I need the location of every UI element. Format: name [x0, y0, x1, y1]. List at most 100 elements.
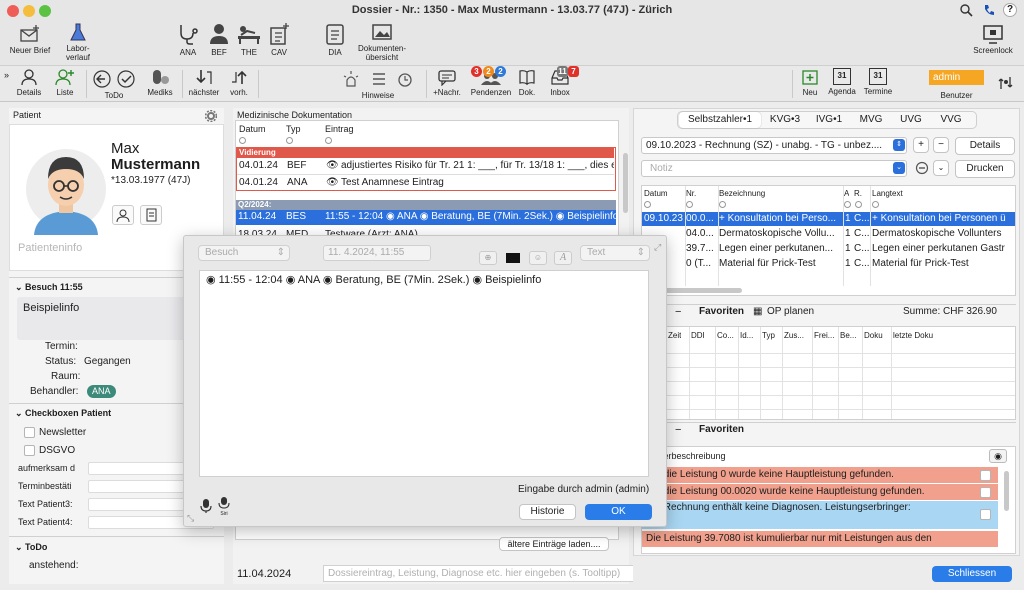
resize-icon[interactable]: ⤢ [654, 242, 661, 253]
fehler-scrollbar[interactable] [1004, 471, 1009, 511]
col-frei[interactable]: Frei... [814, 331, 834, 340]
col-bezeichnung[interactable]: Bezeichnung [719, 189, 765, 198]
filter-radio-datum[interactable] [239, 137, 246, 144]
alarm-clock-icon[interactable] [396, 70, 414, 88]
col-letzte-doku[interactable]: letzte Doku [893, 331, 933, 340]
col-co[interactable]: Co... [717, 331, 734, 340]
details-button[interactable]: Details [14, 68, 44, 97]
termine-button[interactable]: 31 Termine [860, 68, 896, 96]
dropdown-button[interactable]: ⌄ [933, 160, 949, 176]
cav-button[interactable]: CAV [265, 22, 293, 57]
col-typ[interactable]: Typ [286, 124, 301, 134]
text-type-select[interactable]: Text ⇕ [580, 245, 650, 261]
list-icon[interactable] [370, 70, 388, 88]
col-r[interactable]: R. [854, 189, 862, 198]
bef-button[interactable]: BEF [205, 22, 233, 57]
lamp-icon[interactable] [342, 70, 360, 88]
todo-header[interactable]: ⌄ ToDo [15, 542, 47, 553]
col-langtext[interactable]: Langtext [872, 189, 903, 198]
behandler-badge[interactable]: ANA [87, 385, 116, 398]
mediks-button[interactable]: Mediks [143, 68, 177, 97]
tab-uvg[interactable]: UVG [891, 112, 931, 128]
warning-row[interactable]: Für die Leistung 0 wurde keine Hauptleis… [642, 467, 998, 483]
laborverlauf-button[interactable]: Labor- verlauf [60, 22, 96, 62]
notiz-input[interactable]: Notiz [641, 160, 907, 177]
billing-hscrollbar[interactable] [662, 288, 742, 293]
besuch-select[interactable]: Besuch ⇕ [198, 245, 290, 261]
details-invoice-button[interactable]: Details [955, 137, 1015, 155]
schliessen-button[interactable]: Schliessen [932, 566, 1012, 582]
filter-radio-typ[interactable] [286, 137, 293, 144]
phone-icon[interactable] [982, 3, 996, 17]
dok-button[interactable]: Dok. [516, 68, 538, 97]
ana-button[interactable]: ANA [174, 22, 202, 57]
add-invoice-button[interactable]: + [913, 137, 929, 153]
favoriten2-button[interactable]: Favoriten [699, 423, 744, 437]
the-button[interactable]: THE [235, 22, 263, 57]
siri-mic-button[interactable]: Siri [217, 497, 231, 517]
tab-vvg[interactable]: VVG [931, 112, 971, 128]
vorh-button[interactable]: vorh. [224, 68, 254, 97]
col-doku[interactable]: Doku [864, 331, 883, 340]
col-nr[interactable]: Nr. [686, 189, 696, 198]
warning-checkbox[interactable] [980, 470, 991, 481]
gear-icon[interactable] [205, 110, 217, 122]
help-button[interactable]: ? [1003, 3, 1017, 17]
tab-ivg[interactable]: IVG•1 [809, 112, 849, 128]
tab-mvg[interactable]: MVG [851, 112, 891, 128]
minus-circle-icon[interactable] [915, 161, 929, 175]
col-be[interactable]: Be... [840, 331, 856, 340]
neu-termin-button[interactable]: Neu [797, 68, 823, 97]
billing-row[interactable]: 0 (T... Material für Prick-Test 1 C... M… [642, 257, 1015, 271]
tab-selbstzahler[interactable]: Selbstzahler•1 [679, 112, 761, 128]
ok-button[interactable]: OK [585, 504, 652, 520]
drucken-button[interactable]: Drucken [955, 160, 1015, 178]
collapse-chevron-icon[interactable]: » [4, 70, 9, 80]
patienteninfo-placeholder[interactable]: Patienteninfo [18, 242, 82, 254]
font-button[interactable]: A [554, 251, 572, 265]
search-icon[interactable] [960, 4, 973, 17]
entry-date[interactable]: 11.04.2024 [237, 568, 291, 580]
patient-details-button[interactable] [112, 205, 134, 225]
link-button[interactable]: ⊕ [479, 251, 497, 265]
doku-scrollbar[interactable] [623, 153, 628, 213]
col-zus[interactable]: Zus... [784, 331, 804, 340]
warning-checkbox[interactable] [980, 509, 991, 520]
color-swatch[interactable] [506, 253, 520, 263]
col-datum[interactable]: Datum [644, 189, 668, 198]
col-ddi[interactable]: DDI [691, 331, 705, 340]
nachricht-button[interactable]: +Nachr. [430, 68, 464, 97]
billing-row-selected[interactable]: 09.10.23 00.0... + Konsultation bei Pers… [642, 212, 1015, 226]
dokumentenuebersicht-button[interactable]: Dokumenten- übersicht [352, 22, 412, 62]
dia-button[interactable]: DIA [320, 22, 350, 57]
checkboxen-header[interactable]: ⌄ Checkboxen Patient [15, 408, 111, 419]
col-typ[interactable]: Typ [762, 331, 775, 340]
historie-button[interactable]: Historie [519, 504, 576, 520]
op-planen-button[interactable]: OP planen [767, 305, 814, 319]
liste-button[interactable]: Liste [50, 68, 80, 97]
datetime-field[interactable]: 11. 4.2024, 11:55 [323, 245, 431, 261]
agenda-button[interactable]: 31 Agenda [826, 68, 858, 96]
chevron-down-icon[interactable]: ⌄ [893, 162, 905, 174]
fehler-check-button[interactable]: ◉ [989, 449, 1007, 463]
warning-checkbox[interactable] [980, 487, 991, 498]
warning-row[interactable]: ANA [642, 515, 998, 529]
patient-card-button[interactable] [140, 205, 162, 225]
besuch-header[interactable]: ⌄ Besuch 11:55 [15, 282, 83, 293]
col-eintrag[interactable]: Eintrag [325, 124, 354, 134]
remove-invoice-button[interactable]: − [933, 137, 949, 153]
neuer-brief-button[interactable]: Neuer Brief [6, 24, 54, 55]
dsgvo-checkbox[interactable] [24, 445, 35, 456]
tab-kvg[interactable]: KVG•3 [763, 112, 807, 128]
naechster-button[interactable]: nächster [186, 68, 222, 97]
billing-table[interactable]: Datum Nr. Bezeichnung A R. Langtext 09.1… [641, 185, 1016, 296]
chevron-updown-icon[interactable]: ⇕ [893, 139, 905, 151]
entry-text-area[interactable]: ◉ 11:55 - 12:04 ◉ ANA ◉ Beratung, BE (7M… [199, 270, 649, 477]
newsletter-checkbox[interactable] [24, 427, 35, 438]
microphone-icon[interactable] [200, 498, 212, 514]
back-arrow-icon[interactable] [93, 70, 111, 88]
screenlock-button[interactable]: Screenlock [966, 24, 1020, 55]
col-a[interactable]: A [844, 189, 849, 198]
invoice-select[interactable]: 09.10.2023 - Rechnung (SZ) - unabg. - TG… [641, 137, 907, 154]
doku-row[interactable]: 04.01.24 ANA 👁 Test Anamnese Eintrag [237, 176, 614, 190]
